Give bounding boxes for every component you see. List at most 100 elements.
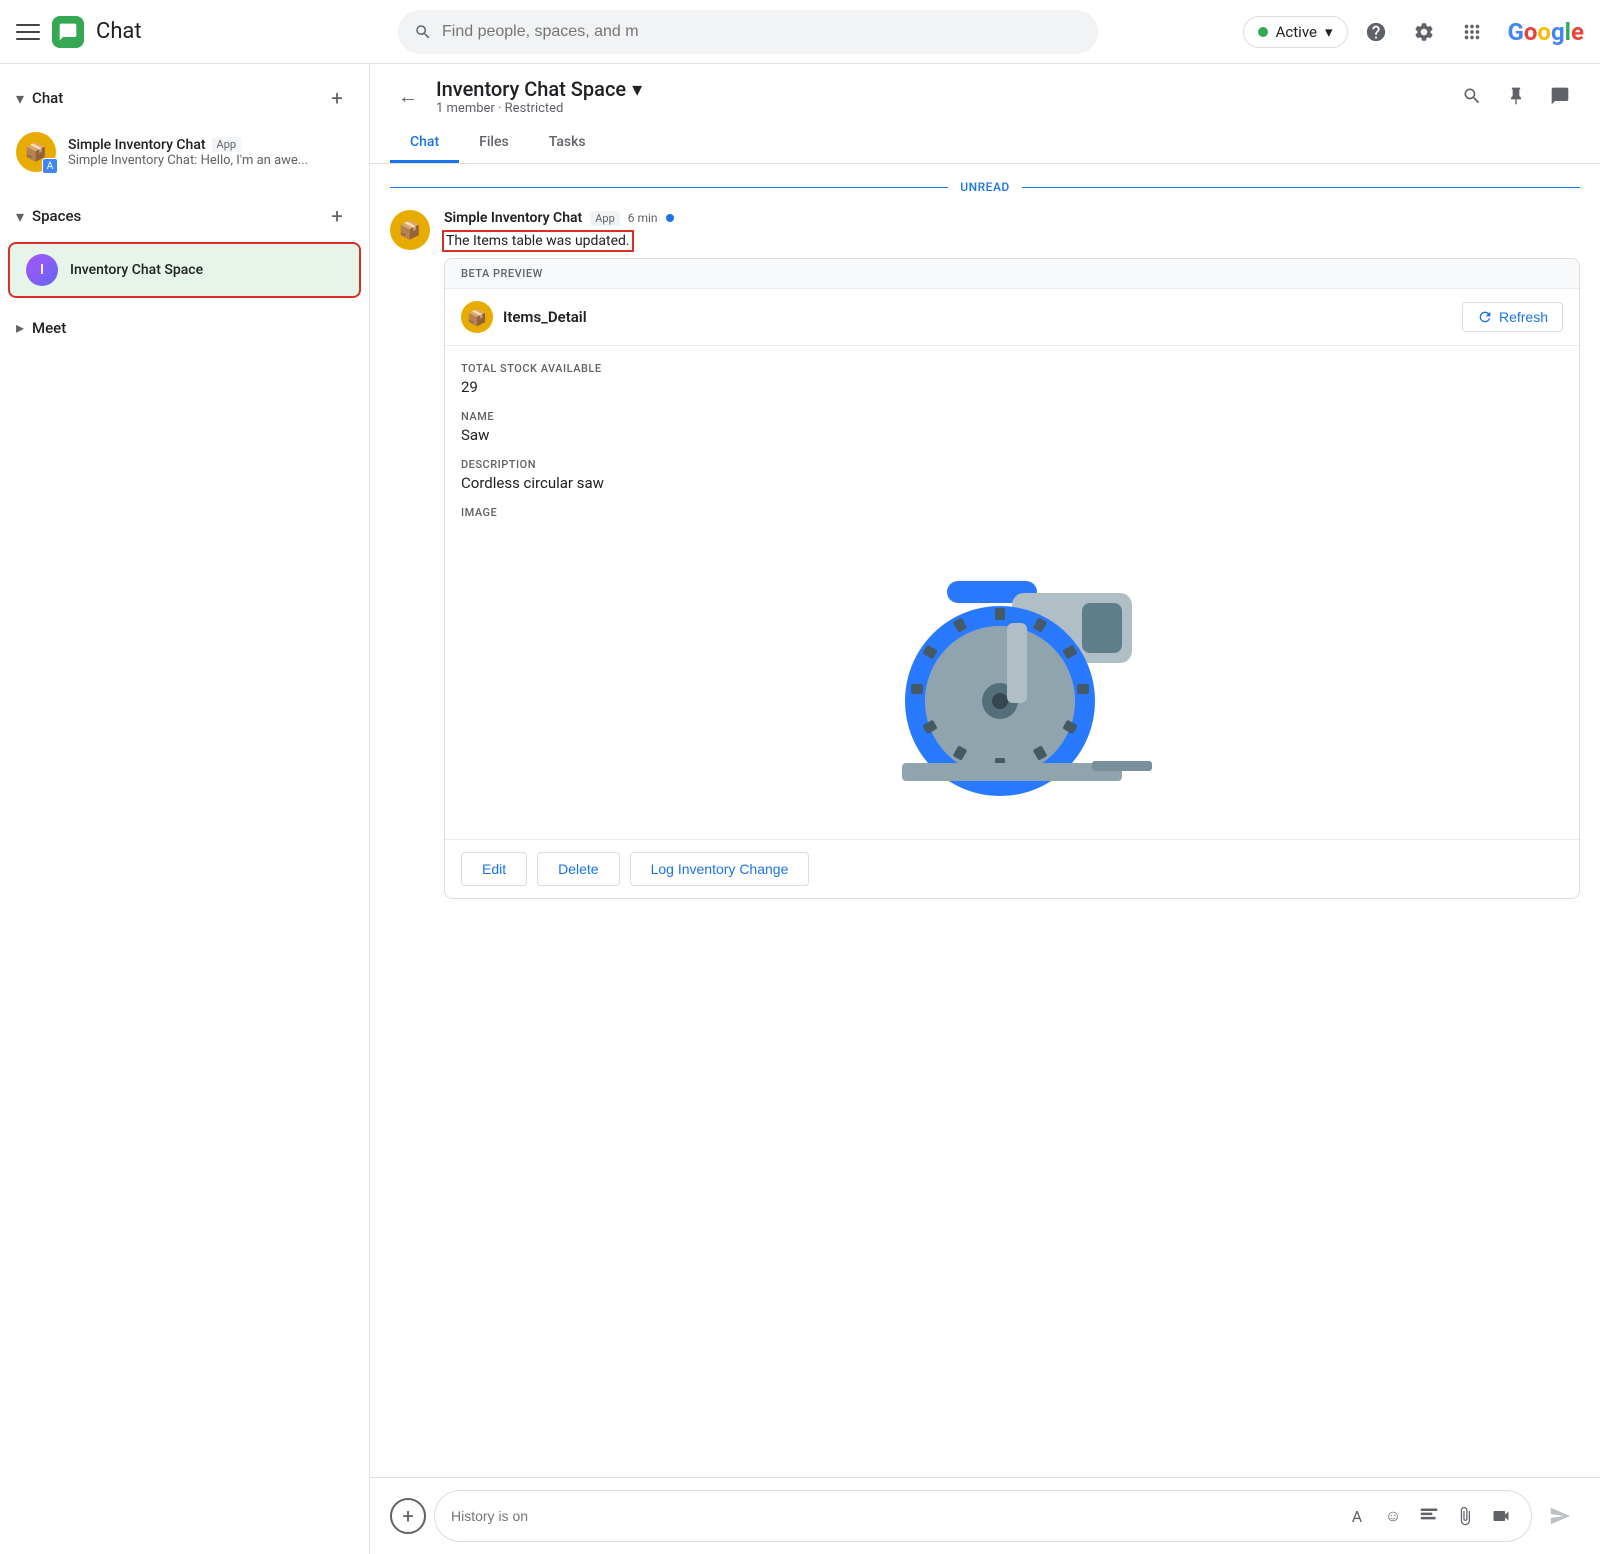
help-button[interactable]	[1356, 12, 1396, 52]
message-header: Simple Inventory Chat App 6 min	[444, 210, 1580, 226]
unread-divider: UNREAD	[390, 164, 1580, 202]
meet-chevron-icon: ▸	[16, 318, 24, 337]
grid-apps-button[interactable]	[1452, 12, 1492, 52]
back-button[interactable]: ←	[390, 78, 426, 114]
topbar-right: Active ▾ Google	[1243, 12, 1584, 52]
main-layout: ▾ Chat + 📦 A Simple Inventory Chat App S…	[0, 64, 1600, 1554]
message-input[interactable]	[451, 1508, 1335, 1524]
card-field-label-name: NAME	[461, 410, 1563, 423]
saw-image	[852, 553, 1172, 813]
card-header-left: 📦 Items_Detail	[461, 301, 587, 333]
pin-button[interactable]	[1496, 76, 1536, 116]
search-input[interactable]	[442, 23, 1082, 41]
new-message-button[interactable]	[1540, 76, 1580, 116]
emoji-icon[interactable]: ☺	[1379, 1502, 1407, 1530]
spaces-section-label: Spaces	[32, 207, 81, 225]
content-header: ← Inventory Chat Space ▾ 1 member · Rest…	[370, 64, 1600, 164]
input-box[interactable]: A ☺	[434, 1490, 1532, 1542]
edit-button[interactable]: Edit	[461, 852, 527, 886]
refresh-button[interactable]: Refresh	[1462, 302, 1563, 332]
settings-button[interactable]	[1404, 12, 1444, 52]
chat-chevron-icon: ▾	[16, 89, 24, 108]
simple-inventory-chat-item[interactable]: 📦 A Simple Inventory Chat App Simple Inv…	[0, 122, 369, 182]
space-avatar: I	[26, 254, 58, 286]
items-detail-card: BETA PREVIEW 📦 Items_Detail Refresh	[444, 258, 1580, 899]
spaces-section-header[interactable]: ▾ Spaces +	[0, 182, 369, 240]
refresh-label: Refresh	[1499, 309, 1548, 325]
card-field-description: DESCRIPTION Cordless circular saw	[461, 458, 1563, 492]
tab-tasks[interactable]: Tasks	[529, 124, 606, 163]
active-dot	[1258, 27, 1268, 37]
card-field-name: NAME Saw	[461, 410, 1563, 444]
message-row: 📦 Simple Inventory Chat App 6 min The It…	[390, 202, 1580, 915]
sidebar: ▾ Chat + 📦 A Simple Inventory Chat App S…	[0, 64, 370, 1554]
hamburger-menu-icon[interactable]	[16, 20, 40, 44]
app-badge-icon: A	[42, 158, 58, 174]
app-title: Chat	[96, 19, 142, 44]
title-chevron-icon[interactable]: ▾	[632, 77, 642, 101]
unread-line-left	[390, 187, 948, 188]
saw-image-area	[461, 533, 1563, 823]
chat-item-preview: Simple Inventory Chat: Hello, I'm an awe…	[68, 153, 353, 168]
content-area: ← Inventory Chat Space ▾ 1 member · Rest…	[370, 64, 1600, 1554]
search-bar[interactable]	[398, 10, 1098, 54]
search-icon	[414, 23, 432, 41]
card-header: 📦 Items_Detail Refresh	[445, 289, 1579, 346]
card-icon: 📦	[461, 301, 493, 333]
add-chat-button[interactable]: +	[321, 82, 353, 114]
input-row: + A ☺	[390, 1490, 1580, 1542]
card-field-value-description: Cordless circular saw	[461, 474, 1563, 492]
chat-item-name: Simple Inventory Chat App	[68, 137, 353, 153]
inventory-chat-space-item[interactable]: I Inventory Chat Space	[8, 242, 361, 298]
space-subtitle: 1 member · Restricted	[436, 101, 642, 116]
format-text-icon[interactable]: A	[1343, 1502, 1371, 1530]
chat-app-tag: App	[212, 137, 242, 152]
video-icon[interactable]	[1487, 1502, 1515, 1530]
unread-line-right	[1022, 187, 1580, 188]
message-content: Simple Inventory Chat App 6 min The Item…	[444, 210, 1580, 907]
card-field-label-image: IMAGE	[461, 506, 1563, 519]
mention-icon[interactable]	[1415, 1502, 1443, 1530]
spaces-chevron-icon: ▾	[16, 207, 24, 226]
topbar-left: Chat	[16, 16, 386, 48]
header-search-button[interactable]	[1452, 76, 1492, 116]
card-field-image: IMAGE	[461, 506, 1563, 519]
spaces-section-label-area: ▾ Spaces	[16, 207, 81, 226]
content-header-left: ← Inventory Chat Space ▾ 1 member · Rest…	[390, 77, 642, 116]
message-time: 6 min	[628, 211, 658, 225]
chat-section-label: Chat	[32, 89, 63, 107]
content-header-top: ← Inventory Chat Space ▾ 1 member · Rest…	[390, 76, 1580, 116]
meet-header[interactable]: ▸ Meet	[16, 318, 353, 337]
chat-item-avatar: 📦 A	[16, 132, 56, 172]
card-field-label-description: DESCRIPTION	[461, 458, 1563, 471]
add-message-button[interactable]: +	[390, 1498, 426, 1534]
send-button[interactable]	[1540, 1496, 1580, 1536]
google-logo: Google	[1508, 18, 1585, 46]
content-header-actions	[1452, 76, 1580, 116]
unread-label: UNREAD	[960, 180, 1010, 194]
delete-button[interactable]: Delete	[537, 852, 619, 886]
chat-item-text: Simple Inventory Chat App Simple Invento…	[68, 137, 353, 168]
card-title: Items_Detail	[503, 308, 587, 326]
add-space-button[interactable]: +	[321, 200, 353, 232]
card-actions: Edit Delete Log Inventory Change	[445, 839, 1579, 898]
card-beta-label: BETA PREVIEW	[445, 259, 1579, 289]
tab-chat[interactable]: Chat	[390, 124, 459, 163]
active-chevron-icon: ▾	[1325, 23, 1333, 41]
card-field-total-stock: TOTAL STOCK AVAILABLE 29	[461, 362, 1563, 396]
card-field-value-name: Saw	[461, 426, 1563, 444]
active-status-button[interactable]: Active ▾	[1243, 16, 1348, 48]
log-inventory-change-button[interactable]: Log Inventory Change	[630, 852, 810, 886]
tab-files[interactable]: Files	[459, 124, 529, 163]
message-avatar: 📦	[390, 210, 430, 250]
attach-icon[interactable]	[1451, 1502, 1479, 1530]
chat-section-label-area: ▾ Chat	[16, 89, 63, 108]
app-logo	[52, 16, 84, 48]
chat-messages-area: UNREAD 📦 Simple Inventory Chat App 6 min…	[370, 164, 1600, 1477]
space-title: Inventory Chat Space ▾	[436, 77, 642, 101]
message-app-tag: App	[590, 211, 620, 226]
meet-section-label: Meet	[32, 319, 66, 337]
chat-section-header[interactable]: ▾ Chat +	[0, 64, 369, 122]
card-field-label-total-stock: TOTAL STOCK AVAILABLE	[461, 362, 1563, 375]
card-field-value-total-stock: 29	[461, 378, 1563, 396]
